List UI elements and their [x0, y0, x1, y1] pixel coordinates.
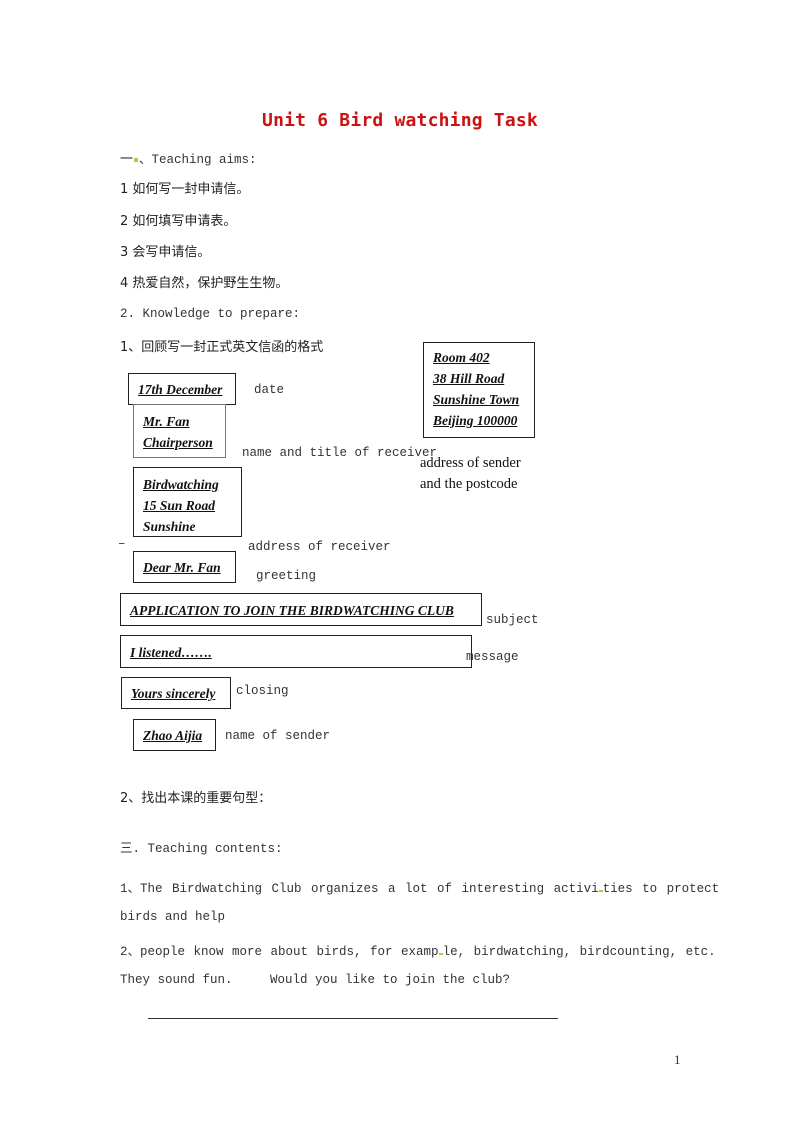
content-line-2: birds and help	[120, 910, 226, 924]
sender-name-box: Zhao Aijia	[133, 719, 216, 751]
aim-item: 4 热爱自然，保护野生生物。	[120, 276, 289, 291]
sender-address-line: 38 Hill Road	[433, 371, 505, 386]
content-text: ties to protect	[602, 882, 720, 896]
greeting-label: greeting	[256, 569, 317, 583]
message-label: message	[466, 650, 519, 664]
sender-address-line: Sunshine Town	[433, 392, 520, 407]
message-box: I listened…….	[120, 635, 472, 668]
section-number: 一	[120, 152, 134, 167]
sender-address-line: Room 402	[433, 350, 490, 365]
greeting-box: Dear Mr. Fan	[133, 551, 236, 583]
knowledge-item-1: 1、回顾写一封正式英文信函的格式	[120, 340, 324, 355]
subject-value: APPLICATION TO JOIN THE BIRDWATCHING CLU…	[130, 603, 454, 618]
revision-marker-icon	[134, 157, 139, 162]
section-teaching-aims-heading: 一、Teaching aims:	[120, 148, 257, 167]
page-title: Unit 6 Bird watching Task	[262, 110, 538, 131]
content-line-1: 1、The Birdwatching Club organizes a lot …	[120, 877, 719, 896]
content-line-3: 2、people know more about birds, for exam…	[120, 940, 716, 959]
aim-item: 2 如何填写申请表。	[120, 214, 237, 229]
sender-name-label: name of sender	[225, 729, 331, 743]
subject-label: subject	[486, 613, 539, 627]
closing-value: Yours sincerely	[131, 686, 216, 701]
receiver-name-label: name and title of receiver	[242, 446, 438, 460]
dash-mark: –	[118, 537, 126, 551]
content-line-4: They sound fun. Would you like to join t…	[120, 973, 511, 987]
content-text: 1、The Birdwatching Club organizes a lot …	[120, 882, 599, 896]
receiver-address-line: Birdwatching	[143, 477, 219, 492]
aim-item: 1 如何写一封申请信。	[120, 182, 250, 197]
date-label: date	[254, 383, 285, 397]
sender-address-box: Room 402 38 Hill Road Sunshine Town Beij…	[423, 342, 535, 438]
page-number: 1	[674, 1052, 681, 1067]
date-value: 17th December	[138, 382, 223, 397]
receiver-address-label: address of receiver	[248, 540, 391, 554]
receiver-name-box: Mr. Fan Chairperson	[133, 404, 226, 458]
section-heading-text: 、Teaching aims:	[139, 153, 257, 167]
receiver-address-box: Birdwatching 15 Sun Road Sunshine	[133, 467, 242, 537]
aim-item: 3 会写申请信。	[120, 245, 211, 260]
closing-box: Yours sincerely	[121, 677, 231, 709]
date-box: 17th December	[128, 373, 236, 405]
answer-line	[148, 1018, 558, 1019]
receiver-title-line: Chairperson	[143, 435, 213, 450]
receiver-address-line: 15 Sun Road	[143, 498, 216, 513]
sender-address-line: Beijing 100000	[433, 413, 518, 428]
closing-label: closing	[236, 684, 289, 698]
sender-address-label-2: and the postcode	[420, 476, 518, 492]
receiver-address-line: Sunshine	[143, 519, 196, 534]
content-text: le, birdwatching, birdcounting, etc.	[442, 945, 716, 959]
message-value: I listened…….	[130, 645, 212, 660]
content-text: 2、people know more about birds, for exam…	[120, 945, 439, 959]
knowledge-item-2: 2、找出本课的重要句型：	[120, 791, 272, 806]
receiver-name-line: Mr. Fan	[143, 414, 190, 429]
section-teaching-contents-heading: 三. Teaching contents:	[120, 842, 283, 856]
subject-box: APPLICATION TO JOIN THE BIRDWATCHING CLU…	[120, 593, 482, 626]
greeting-value: Dear Mr. Fan	[143, 560, 221, 575]
sender-name-value: Zhao Aijia	[143, 728, 203, 743]
section-knowledge-heading: 2. Knowledge to prepare:	[120, 307, 301, 321]
